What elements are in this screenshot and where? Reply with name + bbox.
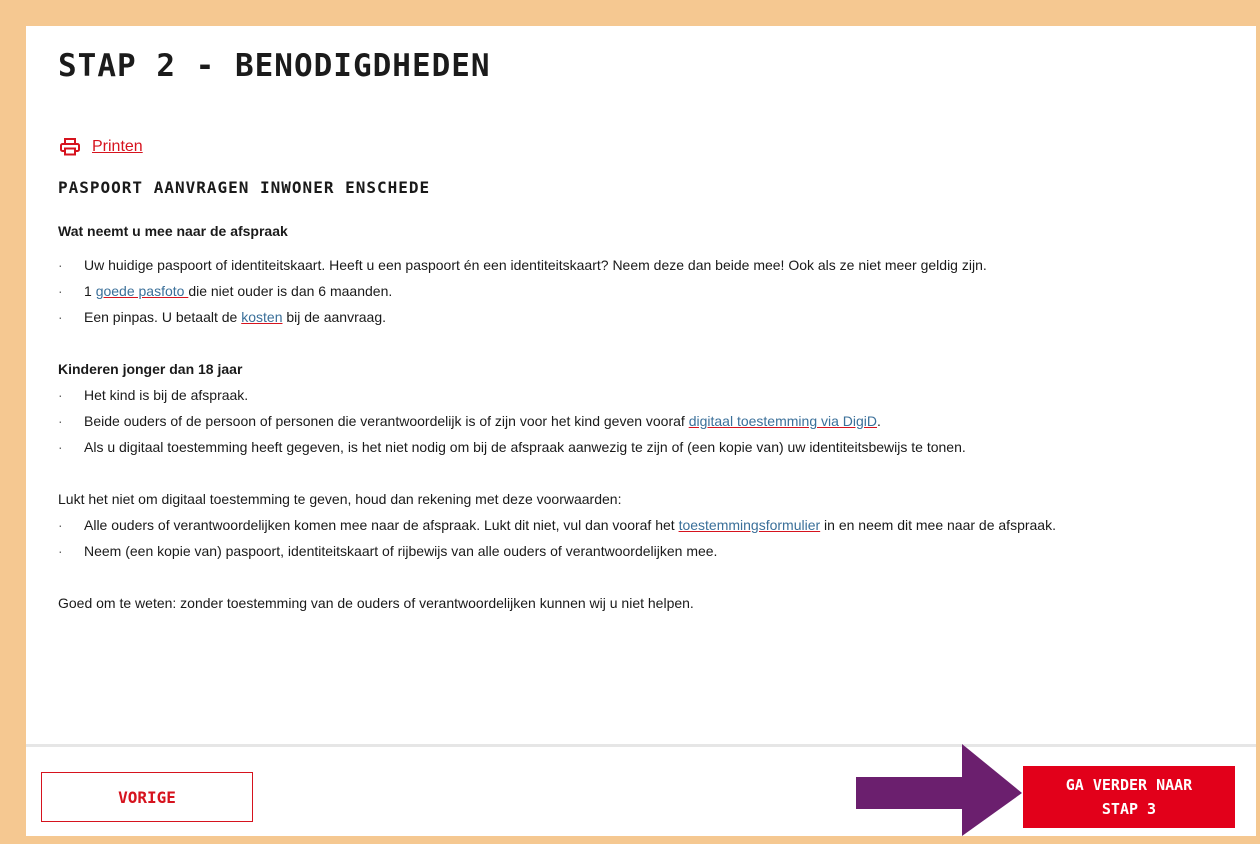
list-item-text: in en neem dit mee naar de afspraak.	[820, 517, 1056, 533]
next-step-button[interactable]: GA VERDER NAAR STAP 3	[1023, 766, 1235, 828]
conditions-list: Alle ouders of verantwoordelijken komen …	[58, 512, 1228, 564]
list-item-text: 1	[84, 283, 96, 299]
printer-icon[interactable]	[60, 138, 80, 156]
section-heading: Kinderen jonger dan 18 jaar	[58, 361, 243, 377]
list-item-text: bij de aanvraag.	[282, 309, 387, 325]
note-text: Goed om te weten: zonder toestemming van…	[58, 595, 694, 611]
step-panel: STAP 2 - BENODIGDHEDEN Printen PASPOORT …	[26, 26, 1256, 836]
children-list: Het kind is bij de afspraak. Beide ouder…	[58, 382, 1228, 460]
footer-divider	[26, 744, 1256, 747]
content-body: Wat neemt u mee naar de afspraak Uw huid…	[58, 218, 1228, 616]
section-title: PASPOORT AANVRAGEN INWONER ENSCHEDE	[58, 178, 431, 197]
digid-link[interactable]: digitaal toestemming via DigiD	[689, 413, 877, 429]
list-item: Het kind is bij de afspraak.	[58, 382, 1228, 408]
previous-button[interactable]: VORIGE	[41, 772, 253, 822]
arrow-right-icon	[856, 744, 1022, 841]
list-item-text: Een pinpas. U betaalt de	[84, 309, 242, 325]
kosten-link[interactable]: kosten	[241, 309, 282, 325]
list-item-text: Alle ouders of verantwoordelijken komen …	[84, 517, 679, 533]
list-item-text: .	[877, 413, 881, 429]
print-link-group[interactable]: Printen	[60, 138, 143, 156]
list-item: Uw huidige paspoort of identiteitskaart.…	[58, 252, 1228, 278]
page-title: STAP 2 - BENODIGDHEDEN	[58, 48, 491, 84]
list-item: Als u digitaal toestemming heeft gegeven…	[58, 434, 1228, 460]
list-item: Neem (een kopie van) paspoort, identitei…	[58, 538, 1228, 564]
list-item: Alle ouders of verantwoordelijken komen …	[58, 512, 1228, 538]
pasfoto-link[interactable]: goede pasfoto	[96, 283, 189, 299]
list-item: Een pinpas. U betaalt de kosten bij de a…	[58, 304, 1228, 330]
conditions-intro: Lukt het niet om digitaal toestemming te…	[58, 491, 622, 507]
list-item-text: Beide ouders of de persoon of personen d…	[84, 413, 689, 429]
section-heading: Wat neemt u mee naar de afspraak	[58, 223, 288, 239]
toestemmingsformulier-link[interactable]: toestemmingsformulier	[679, 517, 821, 533]
requirements-list: Uw huidige paspoort of identiteitskaart.…	[58, 252, 1228, 330]
list-item: 1 goede pasfoto die niet ouder is dan 6 …	[58, 278, 1228, 304]
list-item-text: die niet ouder is dan 6 maanden.	[188, 283, 393, 299]
print-link[interactable]: Printen	[92, 138, 143, 156]
list-item: Beide ouders of de persoon of personen d…	[58, 408, 1228, 434]
